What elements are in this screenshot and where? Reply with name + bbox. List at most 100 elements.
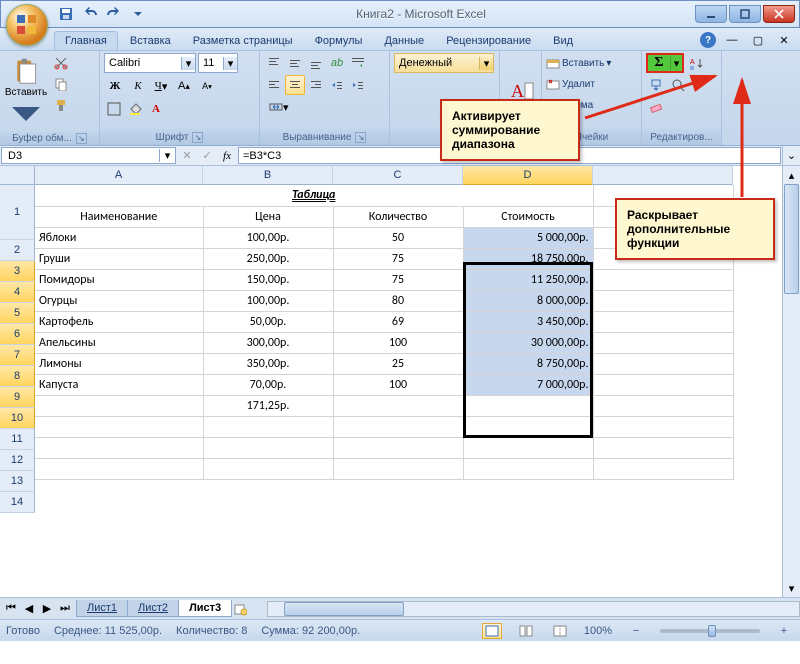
row-header-4[interactable]: 4 — [0, 282, 35, 303]
cell[interactable]: 100,00р. — [203, 227, 333, 248]
cell[interactable]: Помидоры — [35, 269, 203, 290]
tab-formulas[interactable]: Формулы — [305, 32, 373, 50]
col-header-a[interactable]: A — [35, 166, 203, 185]
cancel-formula-button[interactable]: ✕ — [177, 146, 197, 165]
scroll-down-button[interactable]: ▾ — [783, 579, 800, 597]
orientation-button[interactable]: ab — [327, 53, 347, 73]
select-all-corner[interactable] — [0, 166, 35, 185]
cell[interactable]: Апельсины — [35, 332, 203, 353]
align-middle-button[interactable] — [285, 53, 305, 73]
cell[interactable]: 250,00р. — [203, 248, 333, 269]
cell[interactable]: 150,00р. — [203, 269, 333, 290]
scrollbar-thumb[interactable] — [784, 184, 799, 294]
cell[interactable]: 5 000,00р. — [463, 227, 593, 248]
align-center-button[interactable] — [285, 75, 305, 95]
find-select-button[interactable] — [668, 75, 688, 95]
ribbon-minimize-window[interactable]: — — [722, 30, 742, 50]
minimize-button[interactable] — [695, 5, 727, 23]
copy-button[interactable] — [51, 74, 71, 94]
font-size-combo[interactable]: 11▾ — [198, 53, 238, 73]
align-bottom-button[interactable] — [306, 53, 326, 73]
zoom-out-button[interactable]: − — [626, 623, 646, 639]
grow-font-button[interactable]: A▴ — [173, 76, 195, 96]
format-painter-button[interactable] — [51, 95, 71, 115]
name-box[interactable]: D3 ▾ — [1, 147, 176, 164]
cell[interactable]: 350,00р. — [203, 353, 333, 374]
clipboard-launcher[interactable]: ↘ — [76, 133, 87, 144]
row-header-3[interactable]: 3 — [0, 261, 35, 282]
tab-nav-last[interactable]: ⏭ — [56, 600, 74, 618]
cell[interactable]: 100 — [333, 332, 463, 353]
cell-header-price[interactable]: Цена — [203, 206, 333, 227]
zoom-thumb[interactable] — [708, 625, 716, 637]
qat-undo[interactable] — [81, 5, 99, 23]
row-header-1[interactable]: 1 — [0, 185, 35, 240]
view-normal-button[interactable] — [482, 623, 502, 639]
qat-customize[interactable] — [129, 5, 147, 23]
cell[interactable]: Яблоки — [35, 227, 203, 248]
cell[interactable]: 11 250,00р. — [463, 269, 593, 290]
insert-function-button[interactable]: fx — [217, 146, 237, 165]
tab-view[interactable]: Вид — [543, 32, 583, 50]
col-header-b[interactable]: B — [203, 166, 333, 185]
row-header-9[interactable]: 9 — [0, 387, 35, 408]
row-header-10[interactable]: 10 — [0, 408, 35, 429]
fill-color-button[interactable] — [125, 99, 145, 119]
view-page-break-button[interactable] — [550, 623, 570, 639]
number-format-combo[interactable]: Денежный▾ — [394, 53, 494, 73]
tab-nav-prev[interactable]: ◀ — [20, 600, 38, 618]
new-sheet-button[interactable] — [231, 600, 249, 618]
sheet-tab-1[interactable]: Лист1 — [76, 600, 128, 617]
sheet-tab-3[interactable]: Лист3 — [178, 600, 232, 617]
row-header-13[interactable]: 13 — [0, 471, 35, 492]
cell[interactable]: 30 000,00р. — [463, 332, 593, 353]
align-left-button[interactable] — [264, 75, 284, 95]
bold-button[interactable]: Ж — [104, 76, 126, 96]
ribbon-restore-window[interactable]: ▢ — [748, 30, 768, 50]
zoom-level[interactable]: 100% — [584, 625, 612, 637]
row-header-7[interactable]: 7 — [0, 345, 35, 366]
fill-button[interactable] — [646, 75, 666, 95]
chevron-down-icon[interactable]: ▾ — [159, 149, 175, 162]
cell[interactable] — [463, 395, 593, 416]
cell[interactable]: 80 — [333, 290, 463, 311]
tab-data[interactable]: Данные — [374, 32, 434, 50]
cell-header-qty[interactable]: Количество — [333, 206, 463, 227]
vertical-scrollbar[interactable]: ▴ ▾ — [782, 166, 800, 597]
cell-header-name[interactable]: Наименование — [35, 206, 203, 227]
cell[interactable]: Картофель — [35, 311, 203, 332]
cell[interactable]: 100 — [333, 374, 463, 395]
view-page-layout-button[interactable] — [516, 623, 536, 639]
col-header-d[interactable]: D — [463, 166, 593, 185]
cell[interactable]: 75 — [333, 269, 463, 290]
cell[interactable]: 100,00р. — [203, 290, 333, 311]
cell[interactable]: 18 750,00р. — [463, 248, 593, 269]
cell[interactable]: Огурцы — [35, 290, 203, 311]
row-header-8[interactable]: 8 — [0, 366, 35, 387]
increase-indent-button[interactable] — [348, 75, 368, 95]
autosum-button[interactable]: Σ — [648, 55, 670, 71]
sort-filter-button[interactable]: Aя — [686, 53, 706, 73]
insert-cells-button[interactable]: Вставить ▾ — [546, 53, 611, 73]
cell[interactable]: 25 — [333, 353, 463, 374]
cell[interactable]: 7 000,00р. — [463, 374, 593, 395]
cell[interactable]: 171,25р. — [203, 395, 333, 416]
zoom-in-button[interactable]: + — [774, 623, 794, 639]
help-button[interactable]: ? — [700, 32, 716, 48]
cell[interactable]: Лимоны — [35, 353, 203, 374]
decrease-indent-button[interactable] — [327, 75, 347, 95]
scroll-up-button[interactable]: ▴ — [783, 166, 800, 184]
scrollbar-thumb[interactable] — [284, 602, 404, 616]
clear-button[interactable] — [646, 97, 666, 117]
ribbon-close-window[interactable]: ✕ — [774, 30, 794, 50]
cell[interactable] — [35, 395, 203, 416]
tab-page-layout[interactable]: Разметка страницы — [183, 32, 303, 50]
cell[interactable] — [333, 395, 463, 416]
sheet-tab-2[interactable]: Лист2 — [127, 600, 179, 617]
font-family-combo[interactable]: Calibri▾ — [104, 53, 196, 73]
tab-review[interactable]: Рецензирование — [436, 32, 541, 50]
tab-nav-next[interactable]: ▶ — [38, 600, 56, 618]
expand-formula-bar[interactable]: ⌄ — [782, 146, 800, 165]
cell-header-cost[interactable]: Стоимость — [463, 206, 593, 227]
qat-save[interactable] — [57, 5, 75, 23]
